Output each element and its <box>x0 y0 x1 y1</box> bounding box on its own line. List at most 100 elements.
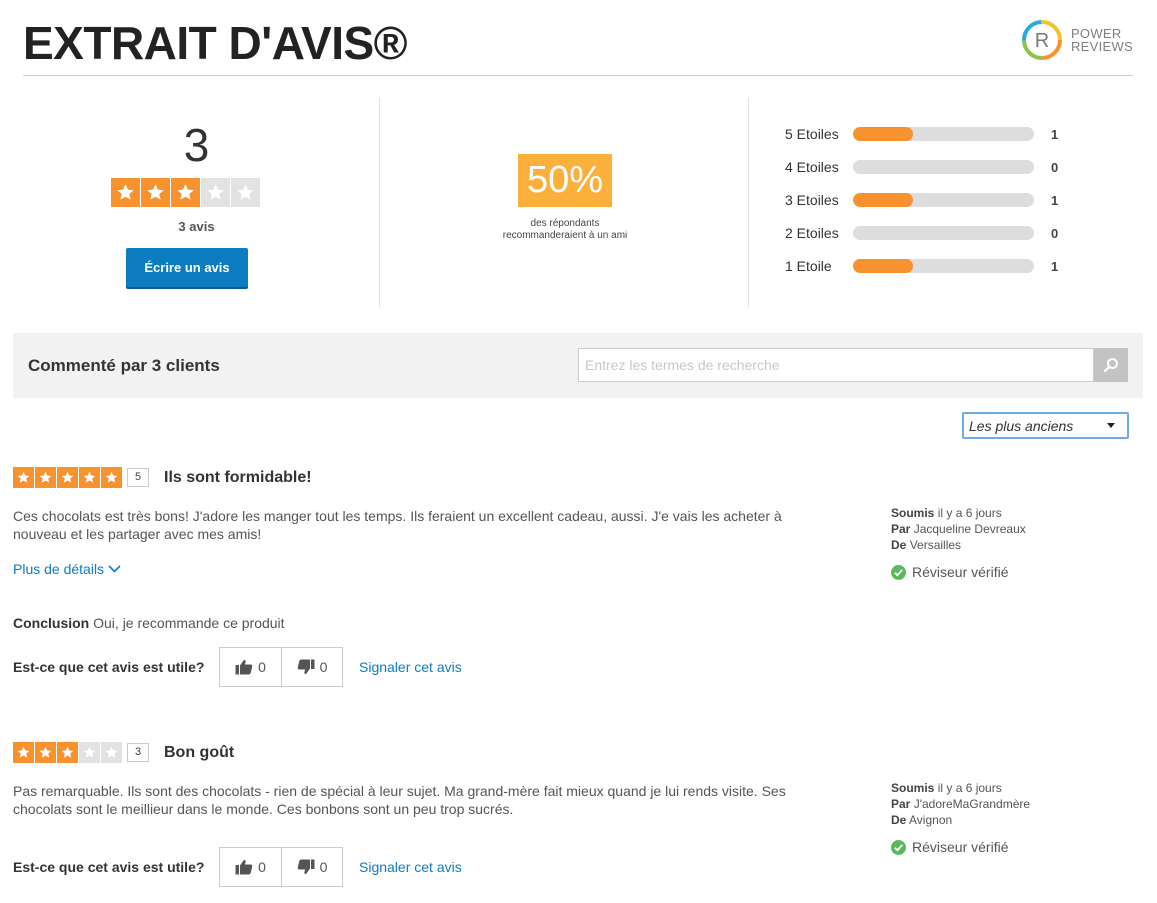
histogram-bar-fill <box>853 259 913 273</box>
thumbs-up-icon <box>235 659 253 675</box>
histogram-label: 1 Etoile <box>785 258 832 274</box>
average-rating-value: 3 <box>183 119 210 171</box>
review-text-line1: Pas remarquable. Ils sont des chocolats … <box>13 783 786 799</box>
vote-down-button[interactable]: 0 <box>281 848 342 886</box>
conclusion-label: Conclusion <box>13 615 90 631</box>
vote-down-button[interactable]: 0 <box>281 648 342 686</box>
helpful-vote-row: Est-ce que cet avis est utile? 0 0 Signa… <box>13 847 462 887</box>
verified-reviewer-badge: Réviseur vérifié <box>891 839 1008 855</box>
submitted-label: Soumis <box>891 506 935 520</box>
histogram-row-3[interactable]: 3 Etoiles 1 <box>785 190 1085 210</box>
recommendation-panel: 50% des répondants recommanderaient à un… <box>381 98 749 308</box>
check-circle-icon <box>891 564 906 580</box>
review-title: Ils sont formidable! <box>164 468 312 486</box>
histogram-label: 2 Etoiles <box>785 225 839 241</box>
histogram-row-2[interactable]: 2 Etoiles 0 <box>785 223 1085 243</box>
sort-select[interactable]: Les plus anciens <box>962 412 1129 439</box>
recommend-percent-badge: 50% <box>518 154 612 207</box>
star-filled-icon <box>141 178 170 207</box>
power-reviews-logo-icon: R <box>1021 20 1062 60</box>
write-review-button[interactable]: Écrire un avis <box>126 248 248 287</box>
submitted-value: il y a 6 jours <box>937 781 1002 795</box>
search-button[interactable] <box>1094 348 1128 382</box>
reviews-toolbar: Commenté par 3 clients <box>13 333 1143 398</box>
histogram-bar-fill <box>853 193 913 207</box>
submitted-line: Soumis il y a 6 jours <box>891 505 1026 521</box>
star-filled-icon <box>79 467 100 488</box>
review-header: 5 Ils sont formidable! <box>13 467 312 488</box>
histogram-bar-fill <box>853 127 913 141</box>
recommend-text-line2: recommanderaient à un ami <box>502 230 628 241</box>
star-filled-icon <box>171 178 200 207</box>
histogram-bar-track <box>853 127 1034 141</box>
histogram-label: 4 Etoiles <box>785 159 839 175</box>
histogram-row-5[interactable]: 5 Etoiles 1 <box>785 124 1085 144</box>
histogram-count: 1 <box>1051 192 1059 208</box>
conclusion-text: Oui, je recommande ce produit <box>93 615 285 631</box>
star-empty-icon <box>101 742 122 763</box>
review-title: Bon goût <box>164 743 235 761</box>
vote-up-count: 0 <box>258 859 266 875</box>
location-line: De Avignon <box>891 812 1030 828</box>
author-label: Par <box>891 522 911 536</box>
verified-reviewer-badge: Réviseur vérifié <box>891 564 1008 580</box>
histogram-count: 0 <box>1051 225 1059 241</box>
recommend-text-line1: des répondants <box>530 218 600 229</box>
reviews-count-heading: Commenté par 3 clients <box>28 356 220 375</box>
power-reviews-logo-text: POWER REVIEWS <box>1071 27 1133 53</box>
review-header: 3 Bon goût <box>13 742 234 763</box>
histogram-bar-track <box>853 193 1034 207</box>
star-empty-icon <box>201 178 230 207</box>
review-meta: Soumis il y a 6 jours Par Jacqueline Dev… <box>891 505 1026 553</box>
flag-review-link[interactable]: Signaler cet avis <box>359 859 462 875</box>
review-text: Ces chocolats est très bons! J'adore les… <box>13 507 813 543</box>
helpful-vote-row: Est-ce que cet avis est utile? 0 0 Signa… <box>13 647 462 687</box>
search-icon <box>1103 358 1118 373</box>
review-text: Pas remarquable. Ils sont des chocolats … <box>13 782 813 818</box>
histogram-label: 5 Etoiles <box>785 126 839 142</box>
star-filled-icon <box>13 467 34 488</box>
more-details-link[interactable]: Plus de détails <box>13 561 121 577</box>
review-snapshot: 3 3 avis Écrire un avis 50% des répondan… <box>13 98 1143 308</box>
histogram-count: 1 <box>1051 258 1059 274</box>
review-meta: Soumis il y a 6 jours Par J'adoreMaGrand… <box>891 780 1030 828</box>
vote-up-count: 0 <box>258 659 266 675</box>
logo-text-line2: REVIEWS <box>1070 39 1133 54</box>
star-filled-icon <box>35 742 56 763</box>
location-value: Avignon <box>909 813 953 827</box>
chevron-down-icon <box>108 565 121 573</box>
review-conclusion: Conclusion Oui, je recommande ce produit <box>13 615 285 631</box>
histogram-row-1[interactable]: 1 Etoile 1 <box>785 256 1085 276</box>
average-rating-panel: 3 3 avis Écrire un avis <box>13 98 380 308</box>
author-name: Jacqueline Devreaux <box>913 522 1026 536</box>
flag-review-link[interactable]: Signaler cet avis <box>359 659 462 675</box>
review-rating-stars <box>13 742 123 763</box>
star-filled-icon <box>111 178 140 207</box>
thumbs-up-icon <box>235 859 253 875</box>
chevron-down-icon <box>1107 423 1115 428</box>
location-line: De Versailles <box>891 537 1026 553</box>
star-filled-icon <box>57 742 78 763</box>
submitted-label: Soumis <box>891 781 935 795</box>
vote-up-button[interactable]: 0 <box>220 848 281 886</box>
location-label: De <box>891 538 907 552</box>
histogram-bar-track <box>853 259 1034 273</box>
review-text-line2: nouveau et les partager avec mes amis! <box>13 526 262 542</box>
svg-text:R: R <box>1035 30 1049 52</box>
page-title: EXTRAIT D'AVIS® <box>23 17 408 69</box>
star-empty-icon <box>79 742 100 763</box>
vote-up-button[interactable]: 0 <box>220 648 281 686</box>
location-label: De <box>891 813 907 827</box>
average-rating-stars <box>111 178 261 207</box>
review-count: 3 avis <box>178 219 215 234</box>
histogram-row-4[interactable]: 4 Etoiles 0 <box>785 157 1085 177</box>
helpful-question: Est-ce que cet avis est utile? <box>13 859 205 875</box>
histogram-bar-track <box>853 160 1034 174</box>
helpful-question: Est-ce que cet avis est utile? <box>13 659 205 675</box>
thumbs-down-icon <box>297 659 315 675</box>
power-reviews-logo: R POWER REVIEWS <box>1021 16 1133 64</box>
star-empty-icon <box>231 178 260 207</box>
verified-label: Réviseur vérifié <box>912 564 1009 580</box>
star-filled-icon <box>101 467 122 488</box>
search-input[interactable] <box>578 348 1094 382</box>
